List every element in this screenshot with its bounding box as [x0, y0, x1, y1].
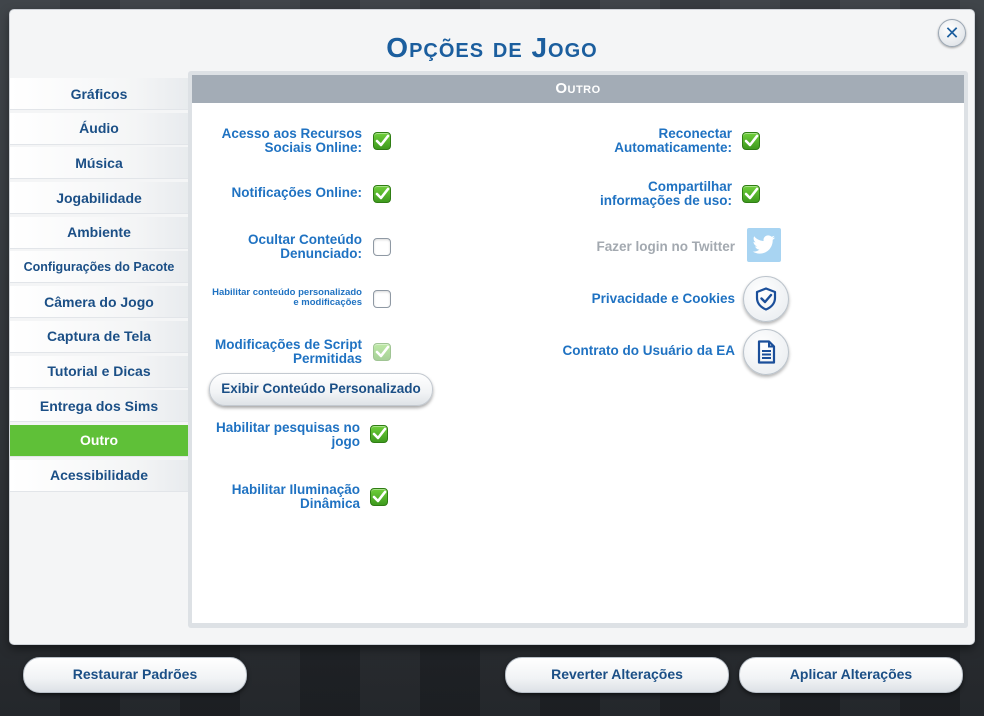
sidebar-item-jogabilidade[interactable]: Jogabilidade — [10, 182, 188, 215]
share-usage-info-label: Compartilhar informações de uso: — [599, 179, 732, 208]
sidebar-item-camera[interactable]: Câmera do Jogo — [10, 286, 188, 319]
options-panel-content: Outro Acesso aos Recursos Sociais Online… — [192, 75, 964, 623]
checkmark-icon — [375, 134, 390, 147]
checkmark-icon — [744, 134, 759, 147]
ea-user-agreement-button[interactable] — [743, 329, 789, 375]
twitter-login-label: Fazer login no Twitter — [596, 239, 735, 254]
close-x-icon: ✕ — [944, 23, 960, 43]
sidebar-item-outro[interactable]: Outro — [10, 424, 188, 457]
revert-changes-button[interactable]: Reverter Alterações — [505, 657, 729, 693]
auto-reconnect-checkbox[interactable] — [742, 132, 760, 150]
close-button[interactable]: ✕ — [938, 19, 966, 47]
sidebar-item-ambiente[interactable]: Ambiente — [10, 216, 188, 249]
auto-reconnect-label: Reconectar Automaticamente: — [614, 126, 732, 155]
ea-user-agreement-label: Contrato do Usuário da EA — [562, 343, 735, 358]
checkmark-icon — [375, 187, 390, 200]
sidebar-item-tutorial[interactable]: Tutorial e Dicas — [10, 355, 188, 388]
sidebar-nav: Gráficos Áudio Música Jogabilidade Ambie… — [10, 78, 188, 494]
privacy-cookies-button[interactable] — [743, 276, 789, 322]
show-custom-content-button[interactable]: Exibir Conteúdo Personalizado — [209, 373, 433, 406]
sidebar-item-musica[interactable]: Música — [10, 147, 188, 180]
script-mods-checkbox — [373, 343, 391, 361]
in-game-surveys-label: Habilitar pesquisas no jogo — [215, 420, 360, 449]
in-game-surveys-checkbox[interactable] — [370, 425, 388, 443]
online-notifications-checkbox[interactable] — [373, 185, 391, 203]
sidebar-item-graficos[interactable]: Gráficos — [10, 78, 188, 110]
sidebar-item-captura-tela[interactable]: Captura de Tela — [10, 320, 188, 353]
dialog-title: Opções de Jogo — [386, 32, 598, 63]
checkmark-icon — [372, 427, 387, 440]
dynamic-lighting-checkbox[interactable] — [370, 488, 388, 506]
online-notifications-label: Notificações Online: — [231, 185, 362, 200]
document-icon — [757, 340, 776, 364]
options-panel: Outro Acesso aos Recursos Sociais Online… — [188, 71, 968, 628]
hide-reported-content-label: Ocultar Conteúdo Denunciado: — [248, 232, 362, 261]
sidebar-item-configuracoes-pacote[interactable]: Configurações do Pacote — [10, 251, 188, 284]
dynamic-lighting-label: Habilitar Iluminação Dinâmica — [231, 482, 360, 511]
sidebar-item-audio[interactable]: Áudio — [10, 112, 188, 145]
share-usage-info-checkbox[interactable] — [742, 185, 760, 203]
game-options-dialog: Opções de Jogo ✕ Gráficos Áudio Música J… — [10, 10, 974, 644]
custom-content-mods-checkbox[interactable] — [373, 290, 391, 308]
shield-check-icon — [755, 287, 777, 311]
custom-content-mods-label: Habilitar conteúdo personalizado e modif… — [212, 287, 362, 308]
twitter-bird-icon — [752, 235, 775, 254]
privacy-cookies-label: Privacidade e Cookies — [591, 291, 735, 306]
apply-changes-button[interactable]: Aplicar Alterações — [739, 657, 963, 693]
script-mods-label: Modificações de Script Permitidas — [214, 337, 362, 366]
hide-reported-content-checkbox[interactable] — [373, 238, 391, 256]
sidebar-item-entrega-sims[interactable]: Entrega dos Sims — [10, 390, 188, 423]
sidebar-item-acessibilidade[interactable]: Acessibilidade — [10, 459, 188, 492]
checkmark-icon — [744, 187, 759, 200]
checkmark-icon — [375, 345, 390, 358]
restore-defaults-button[interactable]: Restaurar Padrões — [23, 657, 247, 693]
twitter-login-button[interactable] — [747, 228, 781, 262]
checkmark-icon — [372, 490, 387, 503]
social-features-label: Acesso aos Recursos Sociais Online: — [221, 126, 362, 155]
social-features-checkbox[interactable] — [373, 132, 391, 150]
panel-header: Outro — [192, 75, 964, 103]
